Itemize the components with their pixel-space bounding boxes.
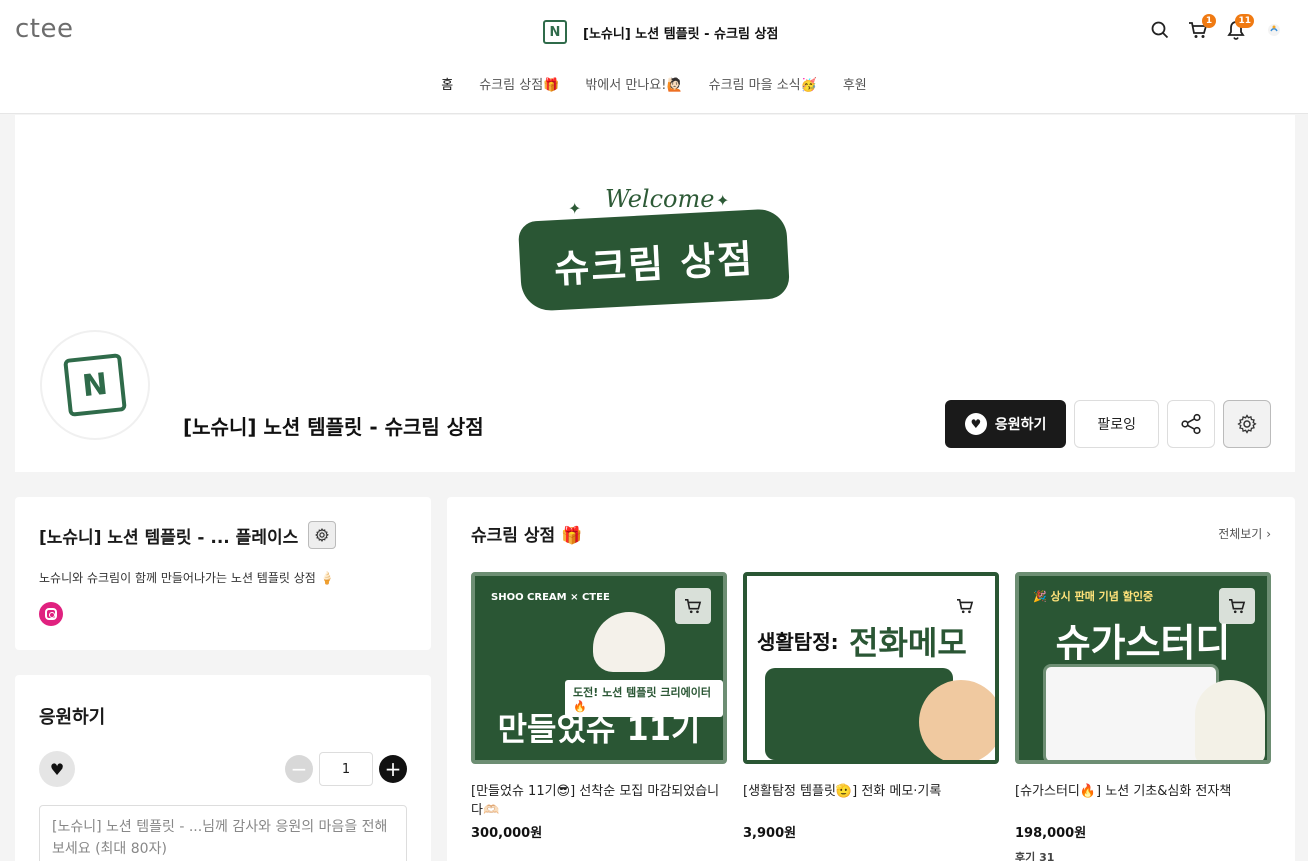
nav-news[interactable]: 슈크림 마을 소식🥳: [709, 74, 817, 93]
product-card[interactable]: SHOO CREAM × CTEE 도전! 노션 템플릿 크리에이터🔥 만들었슈…: [471, 572, 727, 861]
hero-actions: ♥ 응원하기 팔로잉: [944, 400, 1271, 448]
cart-icon: [685, 598, 702, 614]
nav-donate[interactable]: 후원: [843, 74, 867, 93]
quantity-field[interactable]: 1: [319, 752, 373, 786]
thumb-big-text: 만들었슈 11기: [497, 710, 701, 748]
main-nav: 홈 슈크림 상점🎁 밖에서 만나요!🙋🏻 슈크림 마을 소식🥳 후원: [0, 74, 1308, 93]
support-button-label: 응원하기: [994, 417, 1047, 433]
mascot-illustration: [593, 612, 665, 672]
product-price: 3,900원: [743, 826, 797, 841]
products-title: 슈크림 상점 🎁: [471, 526, 583, 546]
sparkle-icon: ✦: [568, 199, 582, 218]
banner-welcome: Welcome: [605, 185, 715, 213]
instagram-icon[interactable]: [39, 602, 63, 626]
product-thumbnail[interactable]: 생활탐정: 전화메모: [743, 572, 999, 764]
product-price: 300,000원: [471, 826, 543, 841]
thumb-big-text: 전화메모: [849, 624, 967, 662]
gear-icon: [1237, 414, 1257, 434]
heart-icon: ♥: [964, 413, 987, 435]
share-icon: [1181, 413, 1201, 435]
share-button[interactable]: [1167, 400, 1215, 448]
banner-title: 슈크림 상점: [517, 208, 791, 312]
product-thumbnail[interactable]: SHOO CREAM × CTEE 도전! 노션 템플릿 크리에이터🔥 만들었슈…: [471, 572, 727, 764]
thumb-top-text: 생활탐정:: [757, 630, 839, 654]
product-card[interactable]: 🎉 상시 판매 기념 할인중 슈가스터디 [슈가스터디🔥] 노션 기초&심화 전…: [1015, 572, 1271, 861]
nav-meet[interactable]: 밖에서 만나요!🙋🏻: [585, 74, 682, 93]
support-title: 응원하기: [39, 707, 106, 728]
notion-icon: N: [543, 20, 567, 44]
thumb-big-text: 슈가스터디: [1055, 621, 1231, 665]
decrease-button[interactable]: −: [285, 755, 313, 783]
product-review-count: 후기 31: [1015, 851, 1055, 861]
gear-icon: [315, 528, 330, 542]
thumb-top-text: 🎉 상시 판매 기념 할인중: [1033, 590, 1154, 603]
support-card: 응원하기 ♥ − 1 + [노슈니] 노션 템플릿 - ...님께 감사와 응원…: [15, 675, 431, 861]
product-list: SHOO CREAM × CTEE 도전! 노션 템플릿 크리에이터🔥 만들었슈…: [471, 572, 1271, 861]
notion-logo-icon: N: [63, 353, 127, 417]
header-shop-chip[interactable]: N [노슈니] 노션 템플릿 - 슈크림 상점: [543, 20, 778, 44]
product-name[interactable]: [슈가스터디🔥] 노션 기초&심화 전자책: [1015, 782, 1271, 820]
ctee-logo[interactable]: ctee: [15, 14, 73, 44]
products-card: 슈크림 상점 🎁 전체보기 › SHOO CREAM × CTEE 도전! 노션…: [447, 497, 1295, 861]
profile-avatar-icon[interactable]: [1264, 18, 1284, 42]
see-all-link[interactable]: 전체보기 ›: [1218, 525, 1271, 542]
top-bar: ctee N [노슈니] 노션 템플릿 - 슈크림 상점 1 11 홈 슈크림 …: [0, 0, 1308, 114]
profile-title: [노슈니] 노션 템플릿 - ... 플레이스: [39, 527, 299, 548]
welcome-banner: Welcome ✦ ✦ 슈크림 상점: [517, 185, 791, 315]
heart-icon: ♥: [39, 751, 75, 787]
ebook-illustration: [1043, 664, 1219, 760]
chevron-right-icon: ›: [1266, 527, 1271, 541]
product-thumbnail[interactable]: 🎉 상시 판매 기념 할인중 슈가스터디: [1015, 572, 1271, 764]
cart-icon[interactable]: 1: [1188, 14, 1216, 42]
header-shop-title: [노슈니] 노션 템플릿 - 슈크림 상점: [583, 26, 779, 42]
profile-settings-button[interactable]: [308, 521, 337, 549]
product-name[interactable]: [생활탐정 템플릿🫡] 전화 메모·기록: [743, 782, 999, 820]
bell-icon[interactable]: 11: [1226, 14, 1254, 42]
thumb-top-text: SHOO CREAM × CTEE: [491, 592, 610, 603]
quantity-stepper: − 1 +: [285, 752, 407, 786]
support-message-input[interactable]: [노슈니] 노션 템플릿 - ...님께 감사와 응원의 마음을 전해보세요 (…: [39, 805, 407, 861]
notification-badge: 11: [1235, 14, 1254, 28]
shop-hero: Welcome ✦ ✦ 슈크림 상점 N [노슈니] 노션 템플릿 - 슈크림 …: [15, 115, 1295, 472]
sparkle-icon: ✦: [716, 191, 730, 210]
products-header: 슈크림 상점 🎁 전체보기 ›: [471, 521, 1271, 546]
character-illustration: [1195, 680, 1265, 760]
cart-icon: [957, 598, 974, 614]
profile-description: 노슈니와 슈크림이 함께 만들어나가는 노션 템플릿 상점 🍦: [39, 571, 335, 585]
product-card[interactable]: 생활탐정: 전화메모 [생활탐정 템플릿🫡] 전화 메모·기록 3,900원: [743, 572, 999, 861]
shop-avatar: N: [40, 330, 150, 440]
following-button[interactable]: 팔로잉: [1074, 400, 1159, 448]
search-icon[interactable]: [1150, 18, 1170, 42]
see-all-label: 전체보기: [1218, 527, 1263, 541]
settings-button[interactable]: [1223, 400, 1271, 448]
profile-card: [노슈니] 노션 템플릿 - ... 플레이스 노슈니와 슈크림이 함께 만들어…: [15, 497, 431, 650]
header-icons: 1 11: [1150, 14, 1284, 42]
profile-title-row: [노슈니] 노션 템플릿 - ... 플레이스: [39, 521, 407, 549]
support-button[interactable]: ♥ 응원하기: [944, 400, 1067, 448]
product-name[interactable]: [만들었슈 11기😎] 선착순 모집 마감되었습니다🫶🏻: [471, 782, 727, 820]
increase-button[interactable]: +: [379, 755, 407, 783]
product-price: 198,000원: [1015, 826, 1087, 841]
nav-shop[interactable]: 슈크림 상점🎁: [479, 74, 559, 93]
mascot-illustration: [919, 680, 995, 760]
cart-badge: 1: [1202, 14, 1216, 28]
shop-name: [노슈니] 노션 템플릿 - 슈크림 상점: [183, 415, 484, 439]
add-to-cart-button[interactable]: [675, 588, 711, 624]
nav-home[interactable]: 홈: [441, 74, 453, 93]
support-quantity-row: ♥ − 1 +: [39, 751, 407, 787]
